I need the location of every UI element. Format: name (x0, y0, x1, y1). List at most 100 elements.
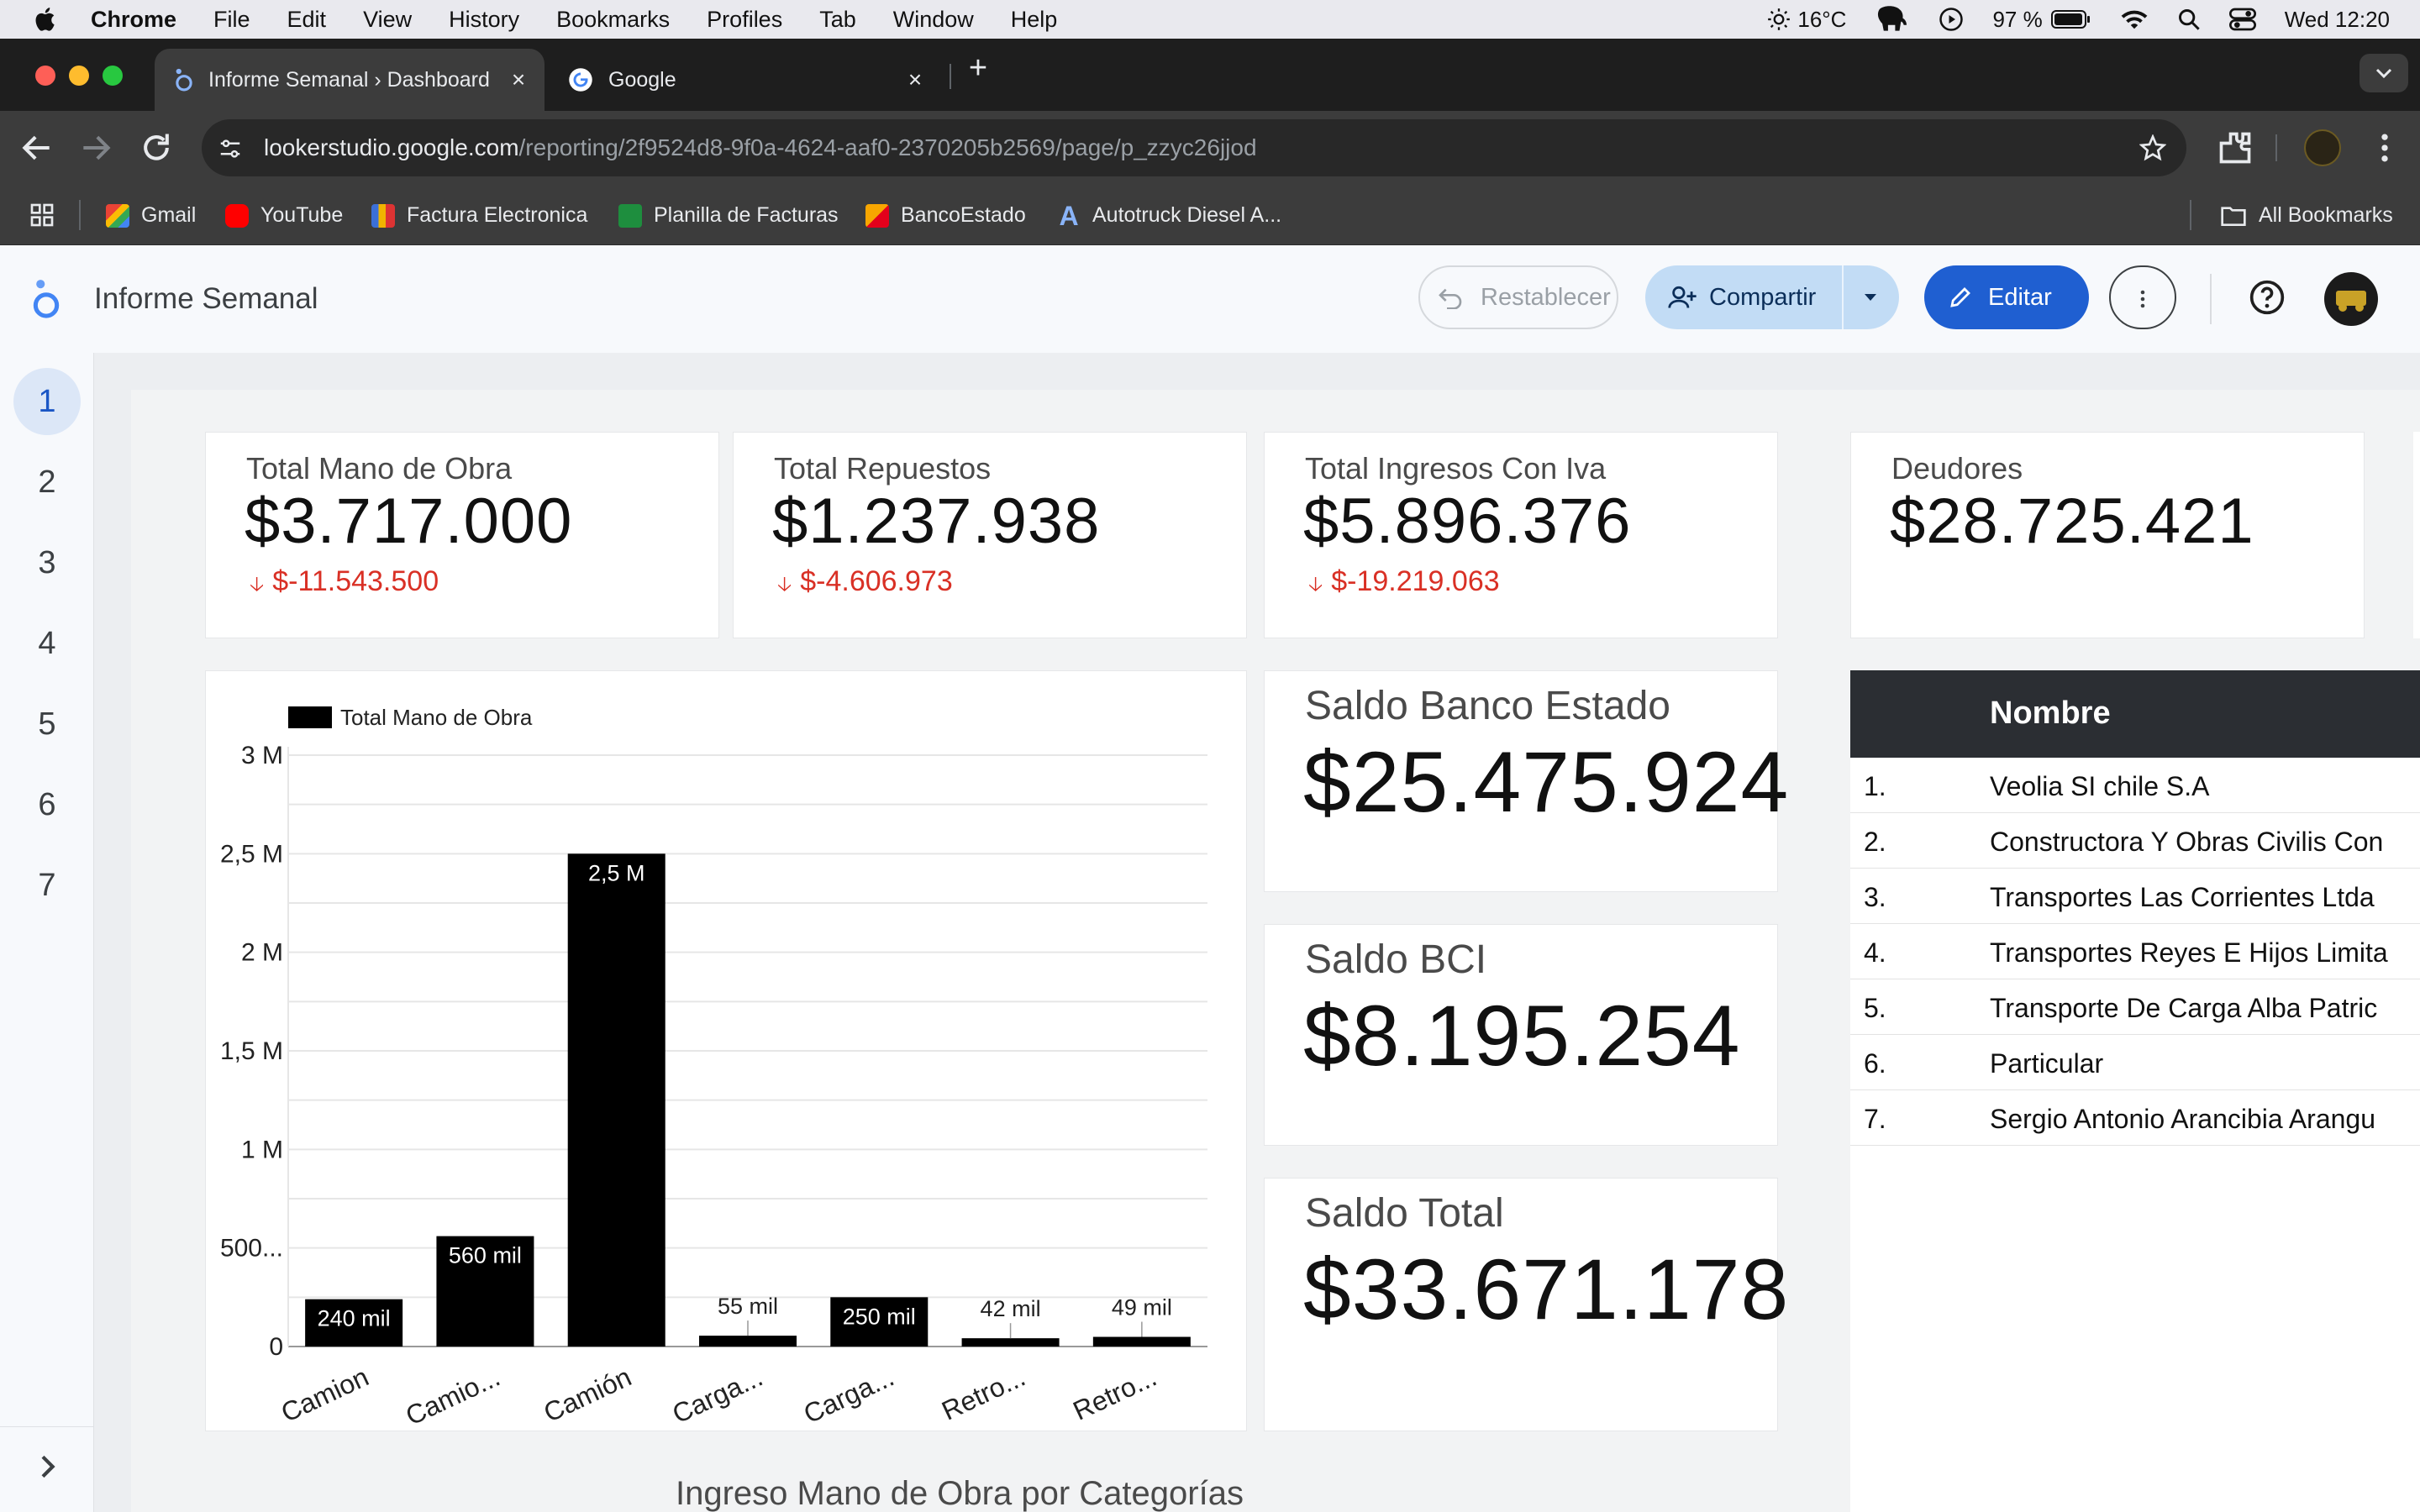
scorecard-deudores[interactable]: Deudores $28.725.421 (1850, 432, 2365, 638)
legend-label: Total Mano de Obra (340, 705, 533, 730)
bar-value-label: 2,5 M (588, 860, 645, 885)
table-row[interactable]: 5. Transporte De Carga Alba Patric (1850, 979, 2420, 1035)
reset-button[interactable]: Restablecer (1418, 265, 1618, 329)
url-text[interactable]: lookerstudio.google.com/reporting/2f9524… (264, 134, 1257, 161)
page-5-link[interactable]: 5 (13, 690, 81, 758)
bookmark-bancoestado[interactable]: BancoEstado (865, 203, 1026, 228)
bookmark-planilla[interactable]: Planilla de Facturas (618, 203, 839, 228)
profile-avatar[interactable] (2304, 129, 2341, 166)
table-row[interactable]: 7. Sergio Antonio Arancibia Arangu (1850, 1090, 2420, 1146)
minimize-window-button[interactable] (69, 66, 89, 86)
bar-value-label: 49 mil (1112, 1295, 1172, 1320)
menu-window[interactable]: Window (893, 7, 974, 33)
looker-studio-logo-icon[interactable] (32, 276, 60, 321)
back-icon[interactable] (18, 129, 55, 166)
bar-chart-card[interactable]: 0 500... 1 M 1,5 M 2 M 2,5 M 3 M Total Mano de … (205, 670, 1247, 1431)
apps-grid-icon[interactable] (29, 202, 55, 228)
menu-file[interactable]: File (213, 7, 250, 33)
clock[interactable]: Wed 12:20 (2285, 7, 2390, 33)
table-row[interactable]: 6. Particular (1850, 1035, 2420, 1090)
menu-help[interactable]: Help (1011, 7, 1058, 33)
column-header-nombre[interactable]: Nombre (1990, 696, 2111, 732)
menu-chrome[interactable]: Chrome (91, 7, 176, 33)
control-center-icon[interactable] (2228, 8, 2256, 31)
bookmark-autotruck[interactable]: A Autotruck Diesel A... (1057, 202, 1281, 229)
card-saldo-banco-estado[interactable]: Saldo Banco Estado $25.475.924 (1264, 670, 1788, 892)
page-2-link[interactable]: 2 (13, 449, 81, 516)
x-tick-label: Camio... (401, 1362, 504, 1431)
bookmark-factura-electronica[interactable]: Factura Electronica (371, 203, 587, 228)
weather-widget[interactable]: 16°C (1767, 7, 1846, 33)
y-tick-label: 2 M (241, 939, 283, 967)
bookmark-gmail[interactable]: Gmail (106, 203, 196, 228)
battery-status[interactable]: 97 % (1992, 7, 2091, 33)
report-title[interactable]: Informe Semanal (94, 282, 318, 316)
close-tab-icon[interactable]: × (904, 68, 926, 92)
account-avatar[interactable] (2324, 272, 2378, 326)
site-info-icon[interactable] (217, 136, 244, 161)
scorecard-value: $1.237.938 (772, 486, 1101, 557)
apple-icon[interactable] (32, 5, 60, 34)
wifi-icon[interactable] (2120, 8, 2149, 31)
nav-divider (0, 1426, 94, 1427)
play-icon[interactable] (1939, 7, 1964, 32)
sheets-icon (618, 203, 642, 228)
new-tab-icon[interactable]: + (965, 52, 992, 84)
expand-nav-icon[interactable] (30, 1450, 64, 1483)
gmail-icon (106, 203, 129, 228)
tab-search-button[interactable] (2360, 54, 2408, 92)
page-7-link[interactable]: 7 (13, 852, 81, 919)
more-options-button[interactable] (2109, 265, 2176, 329)
table-row[interactable]: 4. Transportes Reyes E Hijos Limita (1850, 924, 2420, 979)
edit-button[interactable]: Editar (1924, 265, 2089, 329)
share-button[interactable]: Compartir (1645, 265, 1899, 329)
page-4-link[interactable]: 4 (13, 610, 81, 677)
tab-informe-semanal[interactable]: Informe Semanal › Dashboard × (155, 49, 544, 111)
maximize-window-button[interactable] (103, 66, 123, 86)
bookmarks-divider (2190, 200, 2191, 230)
table-header[interactable]: Nombre (1850, 670, 2420, 758)
page-1-link[interactable]: 1 (13, 368, 81, 435)
factura-icon (371, 203, 395, 228)
x-tick-label: Camion (276, 1362, 373, 1428)
help-icon[interactable] (2249, 279, 2286, 316)
table-row[interactable]: 3. Transportes Las Corrientes Ltda (1850, 869, 2420, 924)
extensions-icon[interactable] (2217, 129, 2254, 166)
table-row[interactable]: 2. Constructora Y Obras Civilis Con (1850, 813, 2420, 869)
card-saldo-total[interactable]: Saldo Total $33.671.178 (1264, 1178, 1788, 1431)
debtors-table[interactable]: Nombre 1. Veolia SI chile S.A 2. Construct… (1850, 670, 2420, 1512)
share-split-divider (1842, 265, 1844, 329)
toolbar-divider (2275, 134, 2277, 161)
balance-value: $8.195.254 (1303, 988, 1741, 1084)
scorecard-ingresos-con-iva[interactable]: Total Ingresos Con Iva $5.896.376 🡣 $-19.… (1264, 432, 1778, 638)
share-dropdown-icon[interactable] (1862, 291, 1879, 304)
menu-tab[interactable]: Tab (819, 7, 856, 33)
balance-label: Saldo Total (1305, 1191, 1504, 1236)
search-icon[interactable] (2177, 8, 2201, 31)
menu-view[interactable]: View (363, 7, 412, 33)
all-bookmarks[interactable]: All Bookmarks (2220, 203, 2393, 228)
chrome-menu-icon[interactable] (2366, 129, 2403, 166)
address-bar[interactable]: lookerstudio.google.com/reporting/2f9524… (202, 119, 2186, 176)
reload-icon[interactable] (138, 129, 175, 166)
elephant-icon[interactable] (1875, 5, 1910, 34)
scorecard-repuestos[interactable]: Total Repuestos $1.237.938 🡣 $-4.606.973 (733, 432, 1247, 638)
bookmark-star-icon[interactable] (2139, 134, 2166, 161)
menu-edit[interactable]: Edit (287, 7, 327, 33)
menu-bookmarks[interactable]: Bookmarks (556, 7, 670, 33)
menu-history[interactable]: History (449, 7, 519, 33)
forward-icon[interactable] (77, 129, 114, 166)
row-name: Sergio Antonio Arancibia Arangu (1990, 1104, 2375, 1134)
table-row[interactable]: 1. Veolia SI chile S.A (1850, 758, 2420, 813)
bookmark-youtube[interactable]: YouTube (225, 203, 343, 228)
looker-studio-icon (176, 68, 192, 92)
close-tab-icon[interactable]: × (508, 68, 529, 92)
close-window-button[interactable] (35, 66, 55, 86)
sun-icon (1768, 8, 1791, 30)
page-6-link[interactable]: 6 (13, 771, 81, 838)
card-saldo-bci[interactable]: Saldo BCI $8.195.254 (1264, 924, 1778, 1146)
page-3-link[interactable]: 3 (13, 529, 81, 596)
tab-google[interactable]: Google × (551, 49, 941, 111)
scorecard-mano-de-obra[interactable]: Total Mano de Obra $3.717.000 🡣 $-11.543.… (205, 432, 719, 638)
menu-profiles[interactable]: Profiles (707, 7, 782, 33)
